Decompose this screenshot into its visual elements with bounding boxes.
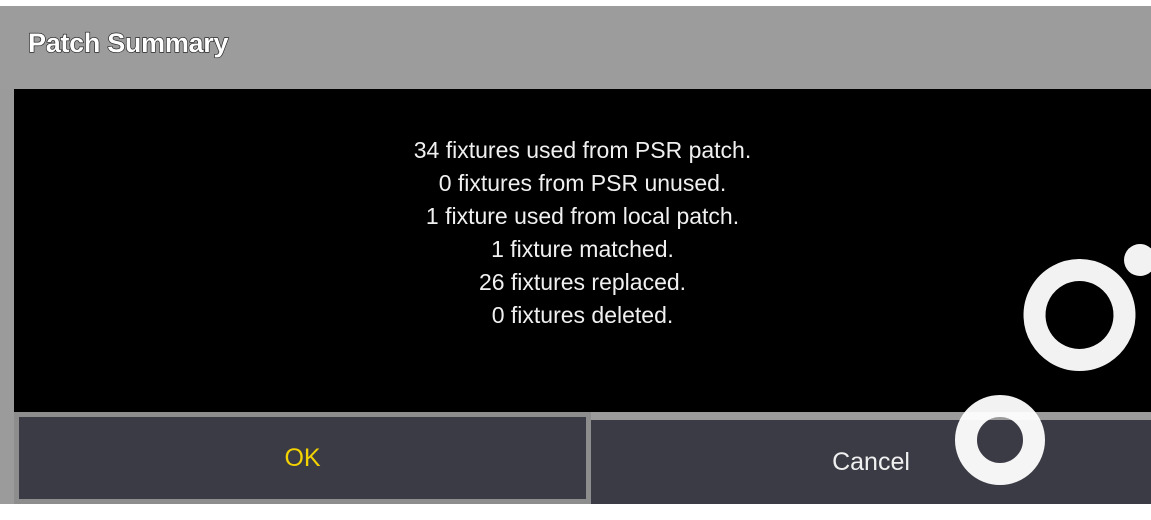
dialog-button-row: OK Cancel <box>0 412 1151 504</box>
summary-message: 34 fixtures used from PSR patch. 0 fixtu… <box>14 134 1151 332</box>
ok-button-label: OK <box>284 443 321 472</box>
patch-summary-dialog: Patch Summary 34 fixtures used from PSR … <box>0 6 1151 504</box>
dialog-title: Patch Summary <box>27 27 229 58</box>
cancel-button-label: Cancel <box>832 447 910 476</box>
summary-line-deleted: 0 fixtures deleted. <box>491 302 674 328</box>
dialog-title-bar: Patch Summary <box>0 6 1151 89</box>
summary-line-local-used: 1 fixture used from local patch. <box>425 203 740 229</box>
summary-line-replaced: 26 fixtures replaced. <box>478 269 687 295</box>
summary-line-psr-used: 34 fixtures used from PSR patch. <box>413 137 752 163</box>
cancel-button[interactable]: Cancel <box>591 420 1151 504</box>
ok-button[interactable]: OK <box>14 412 591 504</box>
summary-line-matched: 1 fixture matched. <box>491 236 674 262</box>
dialog-body: 34 fixtures used from PSR patch. 0 fixtu… <box>14 89 1151 412</box>
summary-line-psr-unused: 0 fixtures from PSR unused. <box>438 170 727 196</box>
